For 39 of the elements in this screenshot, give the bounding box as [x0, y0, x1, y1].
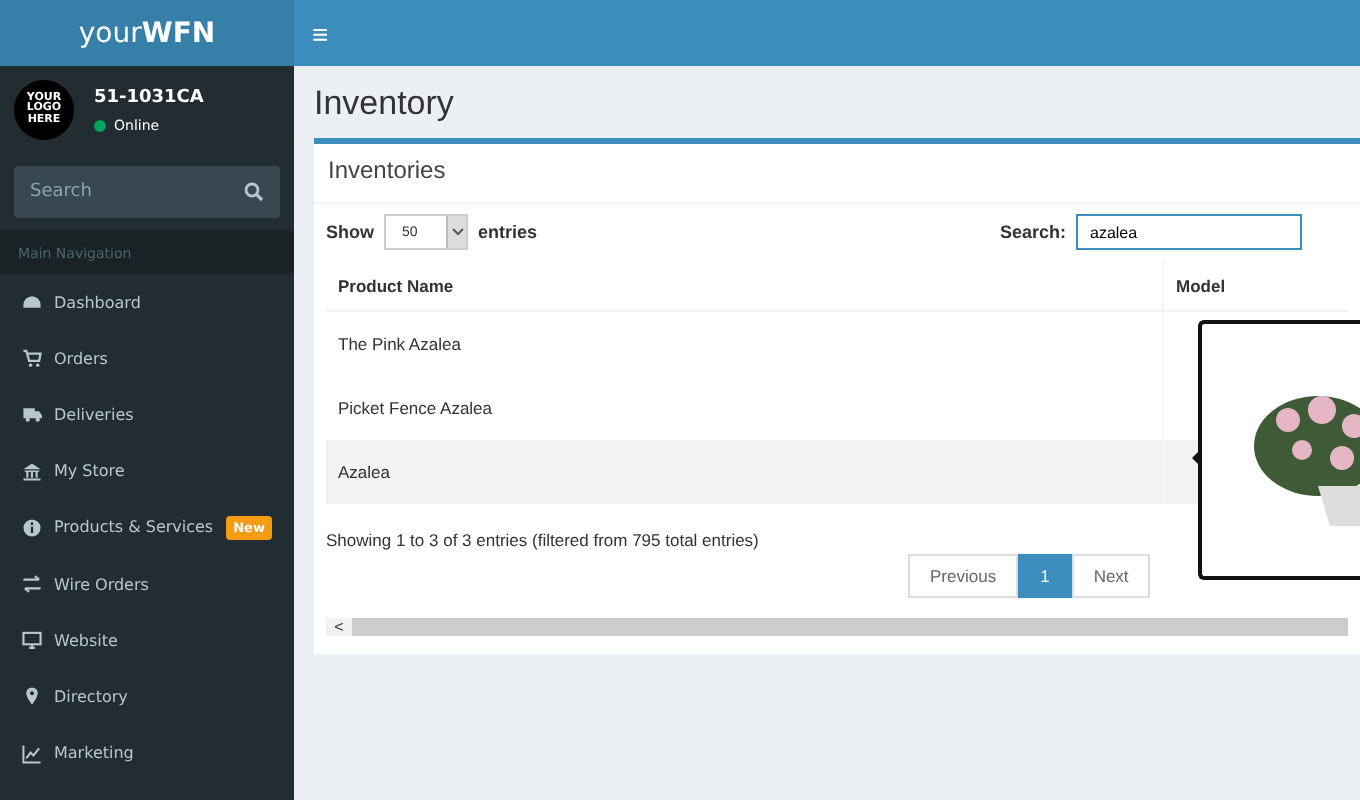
search-label: Search: [999, 222, 1066, 242]
panel-title: Inventories [314, 144, 1360, 204]
map-pin-icon [22, 686, 42, 707]
page-button[interactable]: 1 [1018, 554, 1072, 598]
nav-item[interactable]: Wire Orders [0, 555, 294, 613]
menu-button[interactable]: ≡ [312, 17, 329, 49]
table-info: Showing 1 to 3 of 3 entries (filtered from 795 total entries) [324, 528, 761, 550]
page-button[interactable]: Previous [908, 554, 1019, 598]
caret-icon [451, 228, 463, 236]
dashboard-icon [22, 292, 42, 313]
nav-item[interactable]: Dashboard [0, 274, 294, 331]
table-cell: Azalea [326, 440, 1163, 504]
nav-item[interactable]: Orders [0, 330, 294, 387]
nav-item[interactable]: My Store [0, 443, 294, 500]
nav-item[interactable]: Deliveries [0, 386, 294, 444]
monitor-icon [22, 630, 42, 651]
search-field[interactable]: azalea [1076, 214, 1302, 250]
page-button[interactable]: Next [1071, 554, 1151, 598]
line-chart-icon [22, 743, 42, 764]
page-title: Inventory [312, 82, 456, 126]
search-icon [244, 182, 264, 202]
entries-label: entries [478, 222, 538, 242]
nav-item[interactable]: Website [0, 612, 294, 669]
column-header[interactable]: Product Name [326, 260, 1163, 311]
search-field[interactable]: Search [14, 166, 280, 218]
brand-logo[interactable]: yourWFN [0, 0, 294, 66]
user-name: 51-1031CA [94, 87, 204, 107]
cart-icon [22, 348, 42, 369]
column-header[interactable]: Model [1163, 260, 1348, 311]
show-label: Show [326, 222, 374, 242]
building-icon [22, 461, 42, 482]
info-icon [22, 517, 42, 538]
table-cell: The Pink Azalea [326, 311, 1163, 376]
truck-icon [22, 404, 42, 425]
exchange-icon [22, 574, 42, 595]
nav-item[interactable]: Directory [0, 668, 294, 725]
scrollbar[interactable]: < [326, 618, 1348, 636]
table-cell: Picket Fence Azalea [326, 376, 1163, 440]
nav-item[interactable]: Marketing [0, 725, 294, 782]
